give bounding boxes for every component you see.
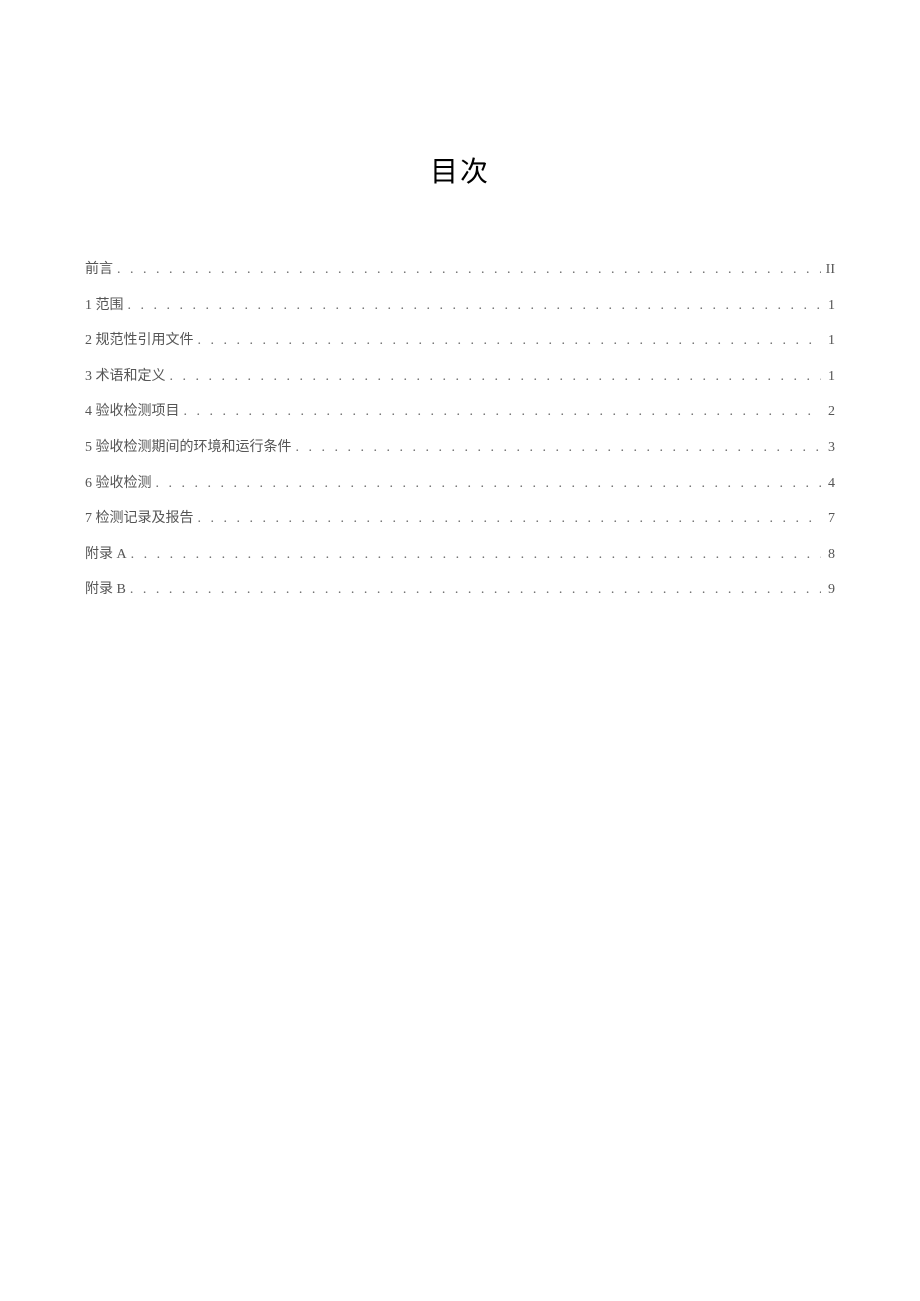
toc-label: 6 验收检测 bbox=[85, 474, 152, 494]
toc-leader-dots bbox=[292, 438, 822, 458]
toc-label: 2 规范性引用文件 bbox=[85, 331, 194, 351]
toc-entry: 前言 II bbox=[85, 260, 835, 280]
table-of-contents: 前言 II 1 范围 1 2 规范性引用文件 1 3 术语和定义 1 4 验收检… bbox=[85, 260, 835, 600]
toc-label: 4 验收检测项目 bbox=[85, 402, 180, 422]
toc-page-number: 3 bbox=[821, 438, 835, 458]
toc-page-number: 2 bbox=[821, 402, 835, 422]
toc-page-number: 1 bbox=[821, 296, 835, 316]
toc-entry: 5 验收检测期间的环境和运行条件 3 bbox=[85, 438, 835, 458]
toc-page-number: 9 bbox=[821, 580, 835, 600]
toc-leader-dots bbox=[126, 580, 821, 600]
toc-page-number: 8 bbox=[821, 545, 835, 565]
toc-label: 前言 bbox=[85, 260, 113, 280]
toc-leader-dots bbox=[194, 509, 822, 529]
toc-label: 3 术语和定义 bbox=[85, 367, 166, 387]
toc-entry: 7 检测记录及报告 7 bbox=[85, 509, 835, 529]
toc-leader-dots bbox=[127, 545, 821, 565]
toc-leader-dots bbox=[166, 367, 822, 387]
toc-page-number: 7 bbox=[821, 509, 835, 529]
toc-label: 附录 A bbox=[85, 545, 127, 565]
toc-entry: 1 范围 1 bbox=[85, 296, 835, 316]
toc-entry: 6 验收检测 4 bbox=[85, 474, 835, 494]
toc-leader-dots bbox=[113, 260, 821, 280]
toc-leader-dots bbox=[124, 296, 822, 316]
toc-leader-dots bbox=[152, 474, 822, 494]
toc-page-number: 1 bbox=[821, 367, 835, 387]
toc-leader-dots bbox=[180, 402, 822, 422]
toc-page-number: II bbox=[821, 260, 835, 280]
toc-label: 7 检测记录及报告 bbox=[85, 509, 194, 529]
toc-entry: 4 验收检测项目 2 bbox=[85, 402, 835, 422]
toc-leader-dots bbox=[194, 331, 822, 351]
toc-label: 1 范围 bbox=[85, 296, 124, 316]
toc-label: 附录 B bbox=[85, 580, 126, 600]
toc-page-number: 4 bbox=[821, 474, 835, 494]
toc-label: 5 验收检测期间的环境和运行条件 bbox=[85, 438, 292, 458]
toc-entry: 2 规范性引用文件 1 bbox=[85, 331, 835, 351]
toc-entry: 附录 A 8 bbox=[85, 545, 835, 565]
toc-page-number: 1 bbox=[821, 331, 835, 351]
page-title: 目次 bbox=[85, 150, 835, 190]
toc-entry: 附录 B 9 bbox=[85, 580, 835, 600]
toc-entry: 3 术语和定义 1 bbox=[85, 367, 835, 387]
